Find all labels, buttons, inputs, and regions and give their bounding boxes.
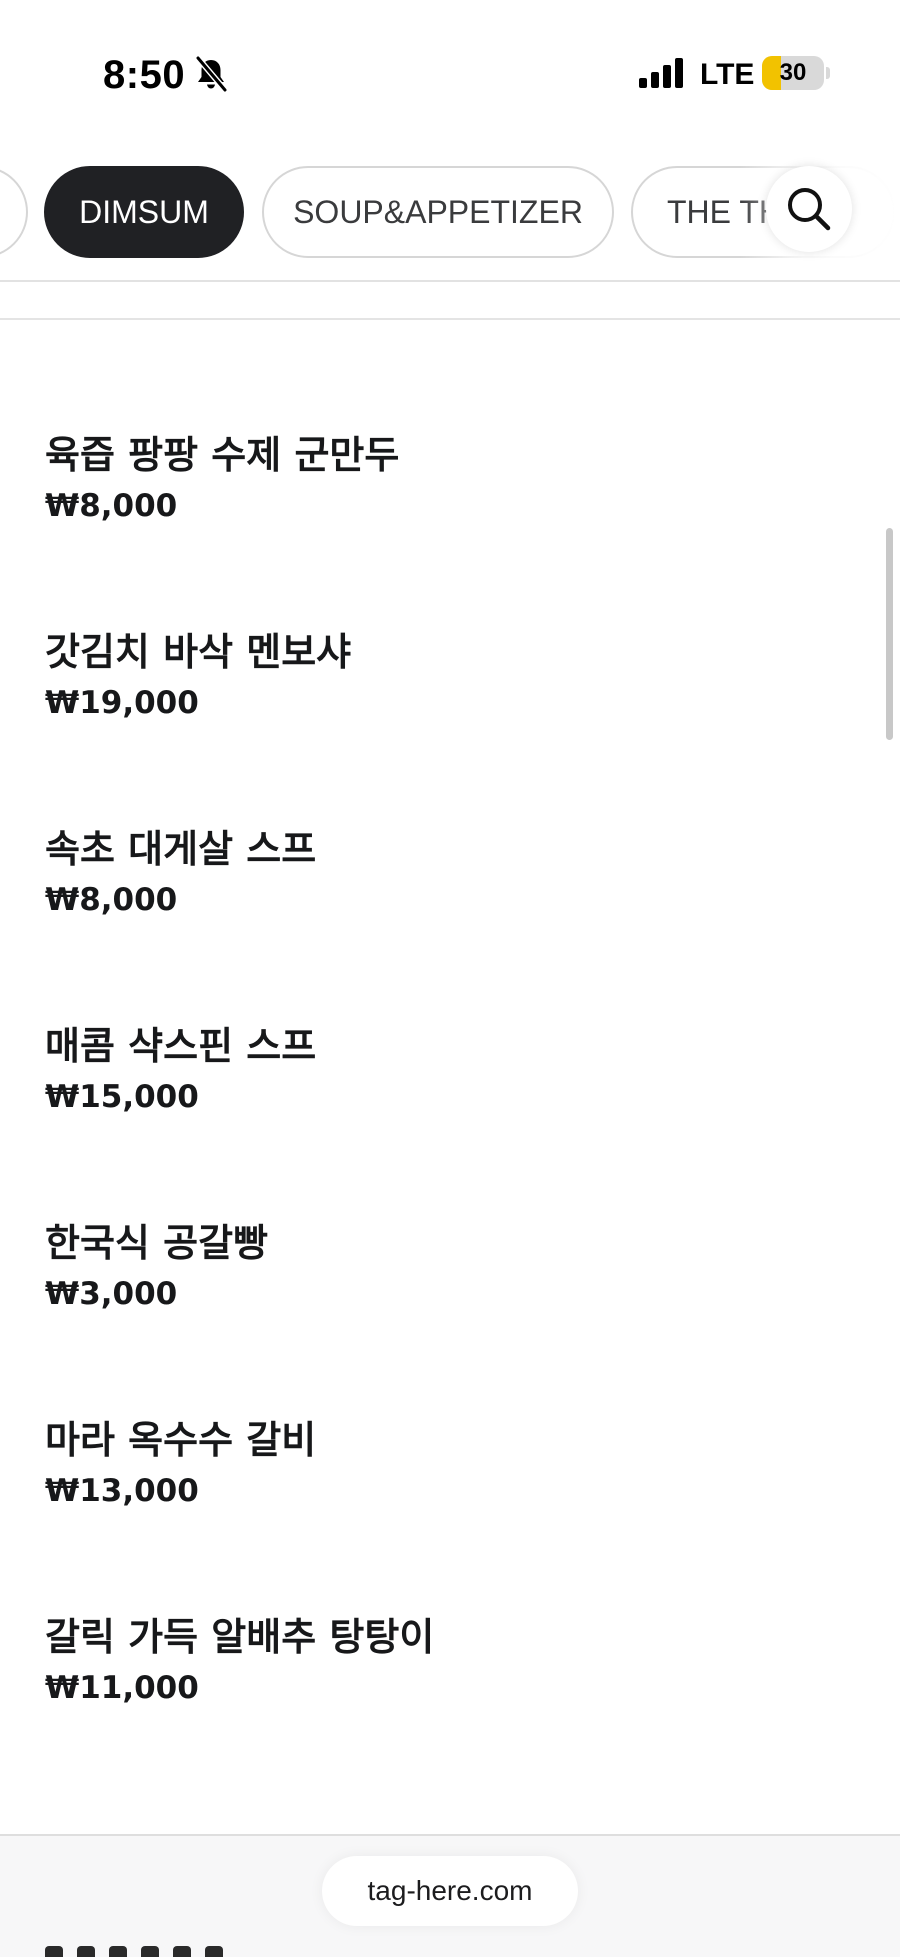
battery-percentage: 30 — [779, 59, 807, 86]
tab-label: SOUP&APPETIZER — [293, 194, 583, 230]
category-tab-scroller[interactable]: DIMSUM SOUP&APPETIZER THE TH — [0, 166, 900, 258]
menu-item-name: 육즙 팡팡 수제 군만두 — [45, 433, 400, 477]
menu-item-name: 갈릭 가득 알배추 탕탕이 — [45, 1615, 435, 1659]
next-item-peek — [45, 1946, 305, 1957]
menu-list: 육즙 팡팡 수제 군만두 ₩8,000 갓김치 바삭 멘보샤 ₩19,000 속… — [0, 320, 900, 1836]
menu-item[interactable]: 육즙 팡팡 수제 군만두 ₩8,000 — [45, 430, 845, 528]
battery-icon: 30 — [762, 56, 824, 90]
bell-slash-icon — [195, 56, 228, 92]
scrollbar[interactable] — [886, 528, 893, 740]
status-clock: 8:50 — [103, 53, 186, 97]
menu-item[interactable]: 갓김치 바삭 멘보샤 ₩19,000 — [45, 627, 845, 725]
address-bar[interactable]: tag-here.com — [322, 1856, 578, 1926]
menu-item[interactable]: 갈릭 가득 알배추 탕탕이 ₩11,000 — [45, 1612, 845, 1710]
category-tab-bar: DIMSUM SOUP&APPETIZER THE TH — [0, 150, 900, 282]
menu-item-price: ₩15,000 — [45, 1079, 199, 1115]
browser-bottom-bar: tag-here.com — [0, 1836, 900, 1957]
tab-soup-appetizer[interactable]: SOUP&APPETIZER — [262, 166, 614, 258]
menu-item-price: ₩11,000 — [45, 1670, 199, 1706]
menu-item[interactable]: 속초 대게살 스프 ₩8,000 — [45, 824, 845, 922]
cellular-signal-icon — [639, 58, 683, 88]
status-bar: 8:50 LTE 30 — [0, 0, 900, 150]
menu-item[interactable]: 매콤 샥스핀 스프 ₩15,000 — [45, 1021, 845, 1119]
tab-label: DIMSUM — [79, 194, 209, 230]
menu-item-name: 마라 옥수수 갈비 — [45, 1418, 317, 1462]
search-button[interactable] — [766, 166, 852, 252]
menu-item-name: 매콤 샥스핀 스프 — [45, 1024, 317, 1068]
menu-item[interactable]: 한국식 공갈빵 ₩3,000 — [45, 1218, 845, 1316]
battery-tip — [826, 67, 830, 79]
network-type-label: LTE — [700, 58, 755, 91]
menu-item-name: 한국식 공갈빵 — [45, 1221, 268, 1265]
menu-item-name: 갓김치 바삭 멘보샤 — [45, 630, 352, 674]
menu-item[interactable]: 마라 옥수수 갈비 ₩13,000 — [45, 1415, 845, 1513]
menu-item-price: ₩3,000 — [45, 1276, 178, 1312]
tab-previous-partial[interactable] — [0, 166, 28, 258]
menu-item-price: ₩8,000 — [45, 488, 178, 524]
search-icon — [788, 188, 831, 231]
menu-item-name: 속초 대게살 스프 — [45, 827, 317, 871]
tab-dimsum[interactable]: DIMSUM — [44, 166, 244, 258]
menu-item-price: ₩8,000 — [45, 882, 178, 918]
menu-item-price: ₩13,000 — [45, 1473, 199, 1509]
menu-item-price: ₩19,000 — [45, 685, 199, 721]
